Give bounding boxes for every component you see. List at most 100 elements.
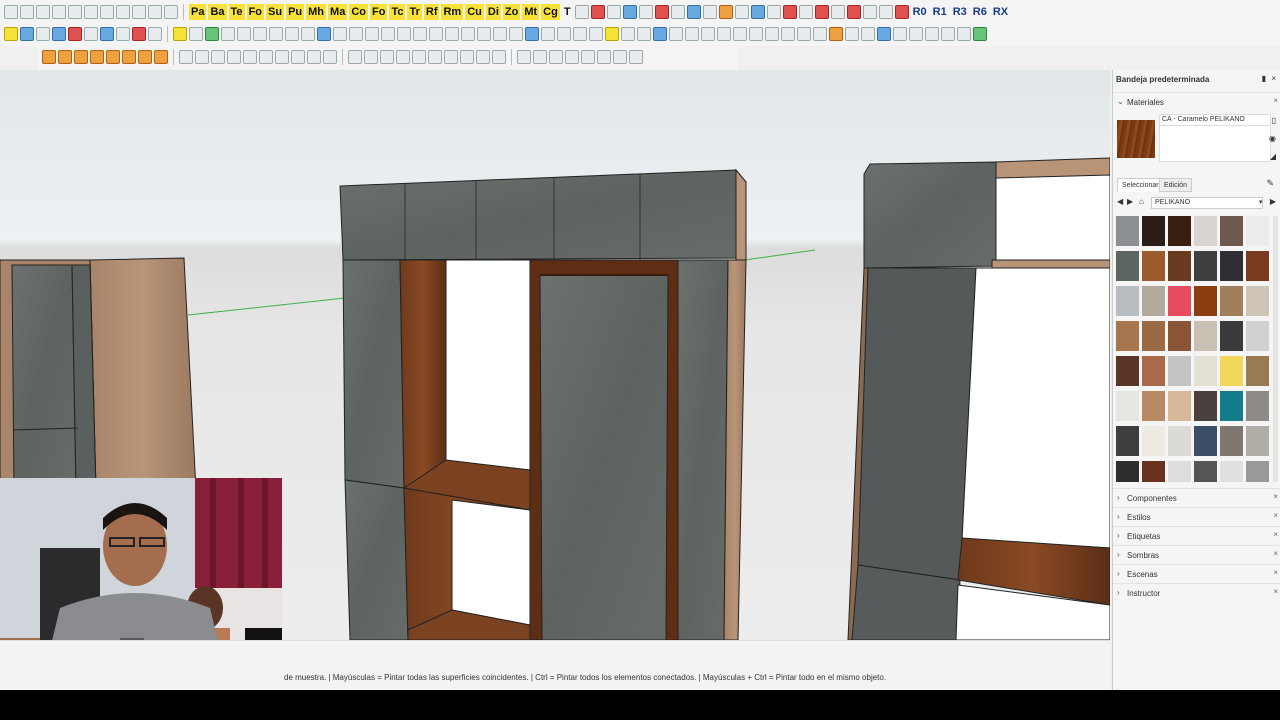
material-swatch[interactable] [1220, 251, 1243, 281]
material-swatch[interactable] [1142, 216, 1165, 246]
material-swatch[interactable] [1142, 391, 1165, 421]
tray-close-icon[interactable]: × [1271, 74, 1276, 83]
sun-icon[interactable] [380, 50, 394, 64]
profiles-icon[interactable] [589, 27, 603, 41]
panel-close-icon[interactable]: × [1273, 530, 1278, 539]
material-swatch[interactable] [1116, 426, 1139, 456]
material-swatch[interactable] [1220, 356, 1243, 386]
tab-edit[interactable]: Edición [1159, 178, 1192, 192]
current-material-swatch[interactable] [1117, 120, 1155, 158]
look-around-icon[interactable] [269, 27, 283, 41]
toolbar-letter-button[interactable]: Rm [441, 4, 464, 20]
tape-icon[interactable] [148, 27, 162, 41]
dimension-icon[interactable] [574, 5, 589, 19]
component-options-icon[interactable] [845, 27, 859, 41]
toggle-terrain-icon[interactable] [925, 27, 939, 41]
box-cut-icon[interactable] [597, 50, 611, 64]
scale-icon[interactable] [670, 5, 685, 19]
cut-icon[interactable] [52, 5, 66, 19]
triangle-icon[interactable] [90, 50, 104, 64]
terrain-icon[interactable] [621, 27, 635, 41]
fog-icon[interactable] [557, 27, 571, 41]
line-icon[interactable] [52, 27, 66, 41]
select-edges-icon[interactable] [533, 50, 547, 64]
toolbar-letter-button[interactable]: Tc [389, 4, 406, 20]
material-swatch[interactable] [1246, 391, 1269, 421]
material-swatch[interactable] [1246, 461, 1269, 482]
grid-icon[interactable] [291, 50, 305, 64]
globe-icon[interactable] [364, 50, 378, 64]
shadows-icon[interactable] [541, 27, 555, 41]
library-select[interactable]: PELIKANO [1151, 197, 1263, 209]
material-name-field[interactable]: CA - Caramelo PELIKANO [1159, 114, 1271, 126]
protractor-icon[interactable] [606, 5, 621, 19]
flip-edge-icon[interactable] [685, 27, 699, 41]
model-info-icon[interactable] [164, 5, 178, 19]
guide-point-icon[interactable] [154, 50, 168, 64]
trimble-connect-icon[interactable] [973, 27, 987, 41]
right-cabinet[interactable] [847, 157, 1110, 640]
window-icon[interactable] [814, 5, 829, 19]
left-cabinet[interactable] [0, 257, 197, 491]
clipboard-icon[interactable] [476, 50, 490, 64]
material-swatch[interactable] [1246, 286, 1269, 316]
panel-close-icon[interactable]: × [1273, 549, 1278, 558]
text-tool-button[interactable]: T [562, 4, 573, 20]
panel-close-icon[interactable]: × [1273, 96, 1278, 105]
material-swatch[interactable] [1246, 216, 1269, 246]
material-swatch[interactable] [1116, 461, 1139, 482]
material-swatch[interactable] [1194, 356, 1217, 386]
material-swatch[interactable] [1142, 461, 1165, 482]
erase-icon[interactable] [100, 5, 114, 19]
edges-icon[interactable] [573, 27, 587, 41]
select-faces-icon[interactable] [517, 50, 531, 64]
bottom-view-icon[interactable] [509, 27, 523, 41]
panel-close-icon[interactable]: × [1273, 511, 1278, 520]
xray-icon[interactable] [317, 27, 331, 41]
3d-text-icon[interactable] [122, 50, 136, 64]
material-swatch[interactable] [1168, 321, 1191, 351]
toolbar-right-button[interactable]: R3 [951, 4, 969, 20]
hidden-line-icon[interactable] [349, 27, 363, 41]
dynamic-component-icon[interactable] [829, 27, 843, 41]
position-camera-icon[interactable] [285, 27, 299, 41]
material-swatch[interactable] [1142, 356, 1165, 386]
camera-icon[interactable] [525, 27, 539, 41]
layers-icon[interactable] [702, 5, 717, 19]
move-icon[interactable] [36, 27, 50, 41]
left-view-icon[interactable] [493, 27, 507, 41]
toolbar-letter-button[interactable]: Mt [522, 4, 540, 20]
plugin-icon[interactable] [766, 5, 781, 19]
close-icon[interactable] [894, 5, 909, 19]
smoove-icon[interactable] [669, 27, 683, 41]
rotate-icon[interactable] [686, 5, 701, 19]
toolbar-letter-button[interactable]: Ba [208, 4, 227, 20]
refresh-icon[interactable] [444, 50, 458, 64]
photo-texture-icon[interactable] [909, 27, 923, 41]
ruby-icon[interactable] [782, 5, 797, 19]
lock-icon[interactable]: ▯ [1272, 116, 1276, 125]
pyramid-icon[interactable] [259, 50, 273, 64]
cone-icon[interactable] [211, 50, 225, 64]
stamp-icon[interactable] [637, 27, 651, 41]
panel-instructor[interactable]: › Instructor × [1113, 583, 1280, 601]
sphere-icon[interactable] [227, 50, 241, 64]
material-swatch[interactable] [1220, 321, 1243, 351]
extension-manager-icon[interactable] [941, 27, 955, 41]
material-swatch[interactable] [1168, 356, 1191, 386]
toolbar-letter-button[interactable]: Ma [328, 4, 348, 20]
material-swatch[interactable] [1194, 216, 1217, 246]
front-view-icon[interactable] [445, 27, 459, 41]
panel-icon[interactable] [846, 5, 861, 19]
toolbar-right-button[interactable]: R0 [911, 4, 929, 20]
material-swatch[interactable] [1168, 426, 1191, 456]
section-plane-icon[interactable] [301, 27, 315, 41]
box-3d-icon[interactable] [549, 50, 563, 64]
toolbar-letter-button[interactable]: Di [485, 4, 501, 20]
select-arrow-icon[interactable] [4, 27, 18, 41]
material-swatch[interactable] [1168, 216, 1191, 246]
pan-icon[interactable] [205, 27, 219, 41]
monochrome-icon[interactable] [397, 27, 411, 41]
material-swatch[interactable] [1220, 216, 1243, 246]
redo-icon[interactable] [132, 5, 146, 19]
